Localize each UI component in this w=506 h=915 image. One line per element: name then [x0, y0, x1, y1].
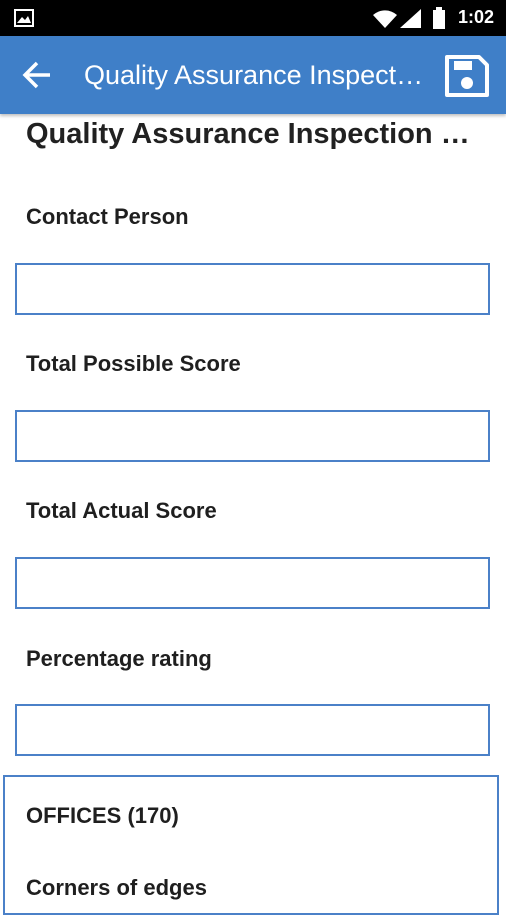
total-actual-score-label: Total Actual Score — [26, 498, 217, 523]
section-item-label: Corners of edges — [26, 875, 207, 900]
total-possible-score-input[interactable] — [15, 410, 490, 462]
contact-person-label: Contact Person — [26, 204, 189, 229]
battery-icon — [432, 7, 446, 34]
gallery-icon — [14, 9, 34, 32]
floppy-disk-icon[interactable] — [444, 54, 490, 103]
contact-person-input[interactable] — [15, 263, 490, 315]
form-title: Quality Assurance Inspection Report — [26, 118, 486, 150]
signal-icon — [400, 9, 422, 34]
wifi-icon — [372, 9, 398, 34]
app-bar-title: Quality Assurance Inspection Report — [84, 60, 424, 90]
status-bar: 1:02 — [0, 0, 506, 36]
status-time: 1:02 — [457, 7, 494, 27]
app-bar: Quality Assurance Inspection Report — [0, 36, 506, 114]
offices-section-title: OFFICES (170) — [26, 803, 179, 828]
percentage-rating-input[interactable] — [15, 704, 490, 756]
total-actual-score-input[interactable] — [15, 557, 490, 609]
arrow-left-icon[interactable] — [22, 60, 54, 95]
total-possible-score-label: Total Possible Score — [26, 351, 241, 376]
percentage-rating-label: Percentage rating — [26, 646, 212, 671]
